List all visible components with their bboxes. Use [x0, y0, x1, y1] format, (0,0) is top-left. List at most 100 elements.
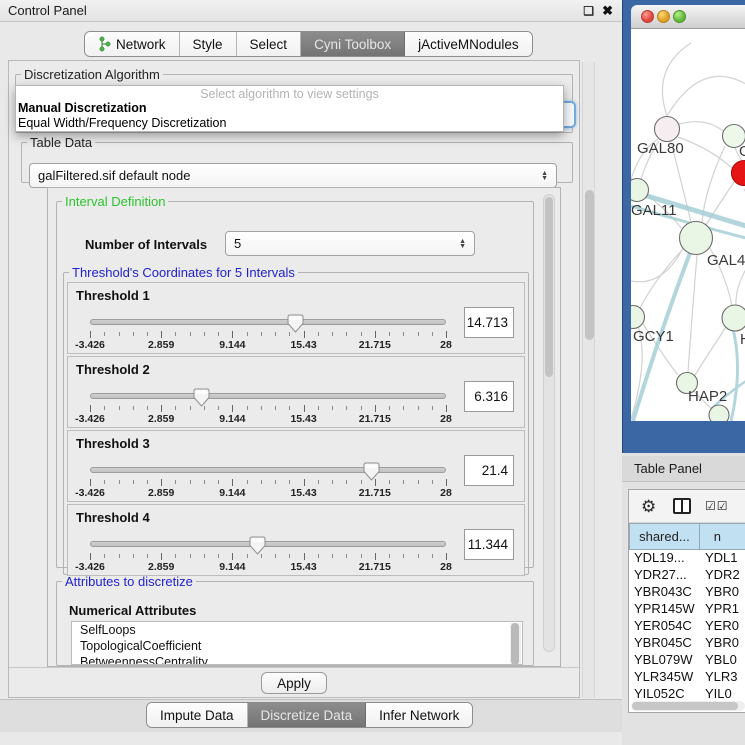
tab-cyni-toolbox[interactable]: Cyni Toolbox	[301, 32, 405, 56]
network-node-h[interactable]	[722, 305, 745, 331]
attribute-item[interactable]: TopologicalCoefficient	[72, 638, 522, 654]
thresholds-group: Threshold's Coordinates for 5 Intervals …	[63, 265, 529, 575]
scale-tick-label: -3.426	[75, 487, 105, 499]
network-node-gal11[interactable]	[631, 179, 649, 202]
mac-close-icon[interactable]	[641, 10, 654, 23]
numerical-attributes-list[interactable]: SelfLoopsTopologicalCoefficientBetweenne…	[71, 621, 523, 665]
network-node[interactable]	[709, 405, 729, 421]
bottom-tabbar: Impute Data Discretize Data Infer Network	[146, 702, 473, 728]
network-canvas[interactable]: GAL80GCGAL11GAL4GCY1HHAP2	[631, 29, 745, 421]
tab-style[interactable]: Style	[180, 32, 237, 56]
table-toolbar: ⚙ ☑☑	[629, 490, 745, 523]
attributes-scrollbar[interactable]	[510, 623, 521, 665]
apply-button[interactable]: Apply	[261, 672, 327, 694]
control-panel-scrollbar[interactable]	[582, 62, 595, 698]
network-node-gal4[interactable]	[680, 222, 713, 255]
scale-tick-label: 21.715	[359, 413, 391, 425]
column-header-shared-name[interactable]: shared...	[629, 523, 700, 550]
slider-scale-labels: -3.4262.8599.14415.4321.71528	[90, 339, 446, 351]
threshold-panel-3: Threshold 3-3.4262.8599.14415.4321.71528…	[67, 430, 525, 502]
table-data-group: Table Data galFiltered.sif default node …	[21, 135, 573, 183]
table-data-title: Table Data	[27, 135, 95, 150]
table-row[interactable]: YPR145WYPR1	[629, 601, 745, 618]
bottom-tab-impute-data[interactable]: Impute Data	[147, 703, 248, 727]
table-row[interactable]: YDL19...YDL1	[629, 550, 745, 567]
scale-tick-label: 2.859	[148, 561, 174, 573]
table-row[interactable]: YBL079WYBL0	[629, 652, 745, 669]
table-row[interactable]: YDR27...YDR2	[629, 567, 745, 584]
settings-scrollbar[interactable]	[543, 194, 555, 652]
threshold-panel-4: Threshold 4-3.4262.8599.14415.4321.71528…	[67, 504, 525, 576]
table-rows: YDL19...YDL1YDR27...YDR2YBR043CYBR0YPR14…	[629, 550, 745, 699]
attribute-item[interactable]: BetweennessCentrality	[72, 654, 522, 665]
table-header-row: shared... n	[629, 523, 745, 550]
bottom-tab-infer-network[interactable]: Infer Network	[366, 703, 472, 727]
apply-row: Apply	[9, 667, 579, 697]
scale-tick-label: 28	[440, 561, 452, 573]
scale-tick-label: 15.43	[290, 561, 316, 573]
mac-minimize-icon[interactable]	[657, 10, 670, 23]
control-panel-titlebar: Control Panel ❑ ✖	[0, 0, 622, 22]
scale-tick-label: -3.426	[75, 339, 105, 351]
threshold-slider[interactable]	[90, 393, 446, 399]
network-node-gcy1[interactable]	[631, 306, 645, 329]
algorithm-option-manual[interactable]: Manual Discretization	[16, 101, 563, 116]
threshold-value-field[interactable]: 21.4	[464, 455, 514, 486]
number-of-intervals-spinner[interactable]: 5 ▲▼	[225, 231, 475, 256]
slider-ticks	[90, 405, 446, 412]
slider-ticks	[90, 553, 446, 560]
table-row[interactable]: YLR345WYLR3	[629, 669, 745, 686]
cell-shared-name: YER054C	[629, 618, 701, 635]
network-window-titlebar[interactable]	[631, 5, 745, 29]
threshold-slider[interactable]	[90, 467, 446, 473]
algorithm-hint-item[interactable]: Select algorithm to view settings	[16, 86, 563, 101]
mac-zoom-icon[interactable]	[673, 10, 686, 23]
table-data-combo[interactable]: galFiltered.sif default node ▲▼	[29, 163, 557, 188]
tab-select[interactable]: Select	[237, 32, 302, 56]
column-header-name[interactable]: n	[700, 523, 745, 550]
slider-scale-labels: -3.4262.8599.14415.4321.71528	[90, 561, 446, 573]
network-view-window[interactable]: GAL80GCGAL11GAL4GCY1HHAP2	[622, 0, 745, 453]
threshold-slider[interactable]	[90, 541, 446, 547]
settings-pane: Interval Definition Number of Intervals …	[47, 187, 561, 667]
table-panel: ⚙ ☑☑ shared... n YDL19...YDL1YDR27...YDR…	[628, 489, 745, 713]
cell-name: YPR1	[701, 601, 745, 618]
tab-label: Impute Data	[160, 708, 234, 723]
gear-icon[interactable]: ⚙	[641, 497, 656, 517]
threshold-value-field[interactable]: 14.713	[464, 307, 514, 338]
tab-network[interactable]: Network	[85, 32, 180, 56]
cell-name: YIL0	[701, 686, 745, 699]
float-window-icon[interactable]: ❑	[583, 4, 594, 18]
threshold-label: Threshold 2	[76, 362, 150, 377]
threshold-value-field[interactable]: 11.344	[464, 529, 514, 560]
table-horizontal-scrollbar[interactable]	[631, 701, 745, 711]
threshold-value-field[interactable]: 6.316	[464, 381, 514, 412]
table-row[interactable]: YIL052CYIL0	[629, 686, 745, 699]
checkboxes-icon[interactable]: ☑☑	[705, 499, 729, 513]
close-icon[interactable]: ✖	[602, 3, 613, 19]
bottom-tab-discretize-data[interactable]: Discretize Data	[248, 703, 367, 727]
network-node-gal80[interactable]	[655, 117, 680, 142]
scale-tick-label: 21.715	[359, 339, 391, 351]
attributes-group: Attributes to discretize Numerical Attri…	[56, 574, 534, 666]
table-row[interactable]: YBR045CYBR0	[629, 635, 745, 652]
tab-label: Infer Network	[379, 708, 459, 723]
scale-tick-label: 28	[440, 487, 452, 499]
slider-ticks	[90, 479, 446, 486]
network-node-label: G	[739, 143, 745, 160]
network-icon	[98, 36, 111, 52]
scale-tick-label: -3.426	[75, 413, 105, 425]
attribute-item[interactable]: SelfLoops	[72, 622, 522, 638]
cell-name: YDR2	[701, 567, 745, 584]
threshold-slider[interactable]	[90, 319, 446, 325]
network-node-label: HAP2	[688, 388, 727, 405]
table-row[interactable]: YBR043CYBR0	[629, 584, 745, 601]
cell-shared-name: YIL052C	[629, 686, 701, 699]
tab-jactivemnodules[interactable]: jActiveMNodules	[405, 32, 532, 56]
tab-label: Select	[250, 37, 288, 52]
network-node-label: GAL4	[707, 252, 745, 269]
table-row[interactable]: YER054CYER0	[629, 618, 745, 635]
columns-icon[interactable]	[673, 498, 691, 514]
algorithm-option-equal-width[interactable]: Equal Width/Frequency Discretization	[16, 116, 563, 131]
slider-ticks	[90, 331, 446, 338]
